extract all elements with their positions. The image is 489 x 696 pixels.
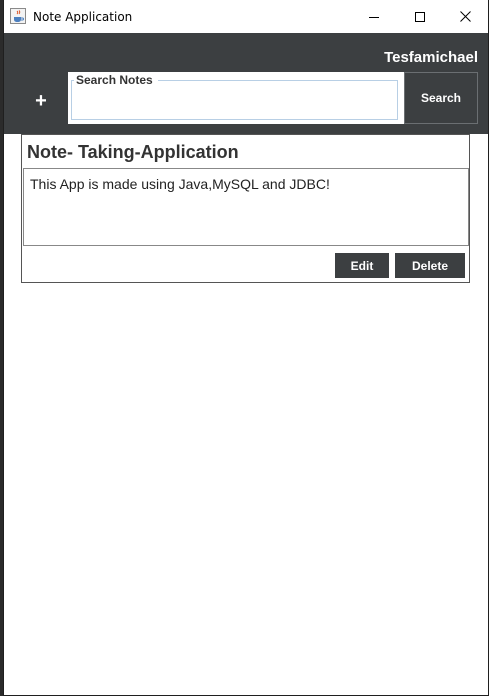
maximize-button[interactable] [397,0,443,33]
app-header: Tesfamichael + Search Notes Search [4,33,488,134]
delete-button[interactable]: Delete [395,253,465,278]
add-note-button[interactable]: + [26,88,56,114]
close-icon [459,11,471,22]
minimize-icon [369,12,379,22]
edit-button[interactable]: Edit [335,253,389,278]
minimize-button[interactable] [351,0,397,33]
username-label: Tesfamichael [384,49,478,66]
java-cup-icon [10,8,26,24]
search-legend: Search Notes [76,73,153,87]
close-button[interactable] [442,0,488,33]
note-card: Note- Taking-Application This App is mad… [21,134,470,283]
maximize-icon [415,11,425,22]
search-border-right [158,80,398,81]
note-title: Note- Taking-Application [27,142,239,162]
app-window: Note Application Tesfamichael + Search N… [4,0,488,695]
window-title: Note Application [33,10,133,24]
search-panel: Search Notes [68,72,404,124]
search-button[interactable]: Search [404,72,478,124]
search-border-left [71,80,74,81]
note-body: This App is made using Java,MySQL and JD… [23,168,469,246]
title-bar[interactable]: Note Application [4,0,488,33]
